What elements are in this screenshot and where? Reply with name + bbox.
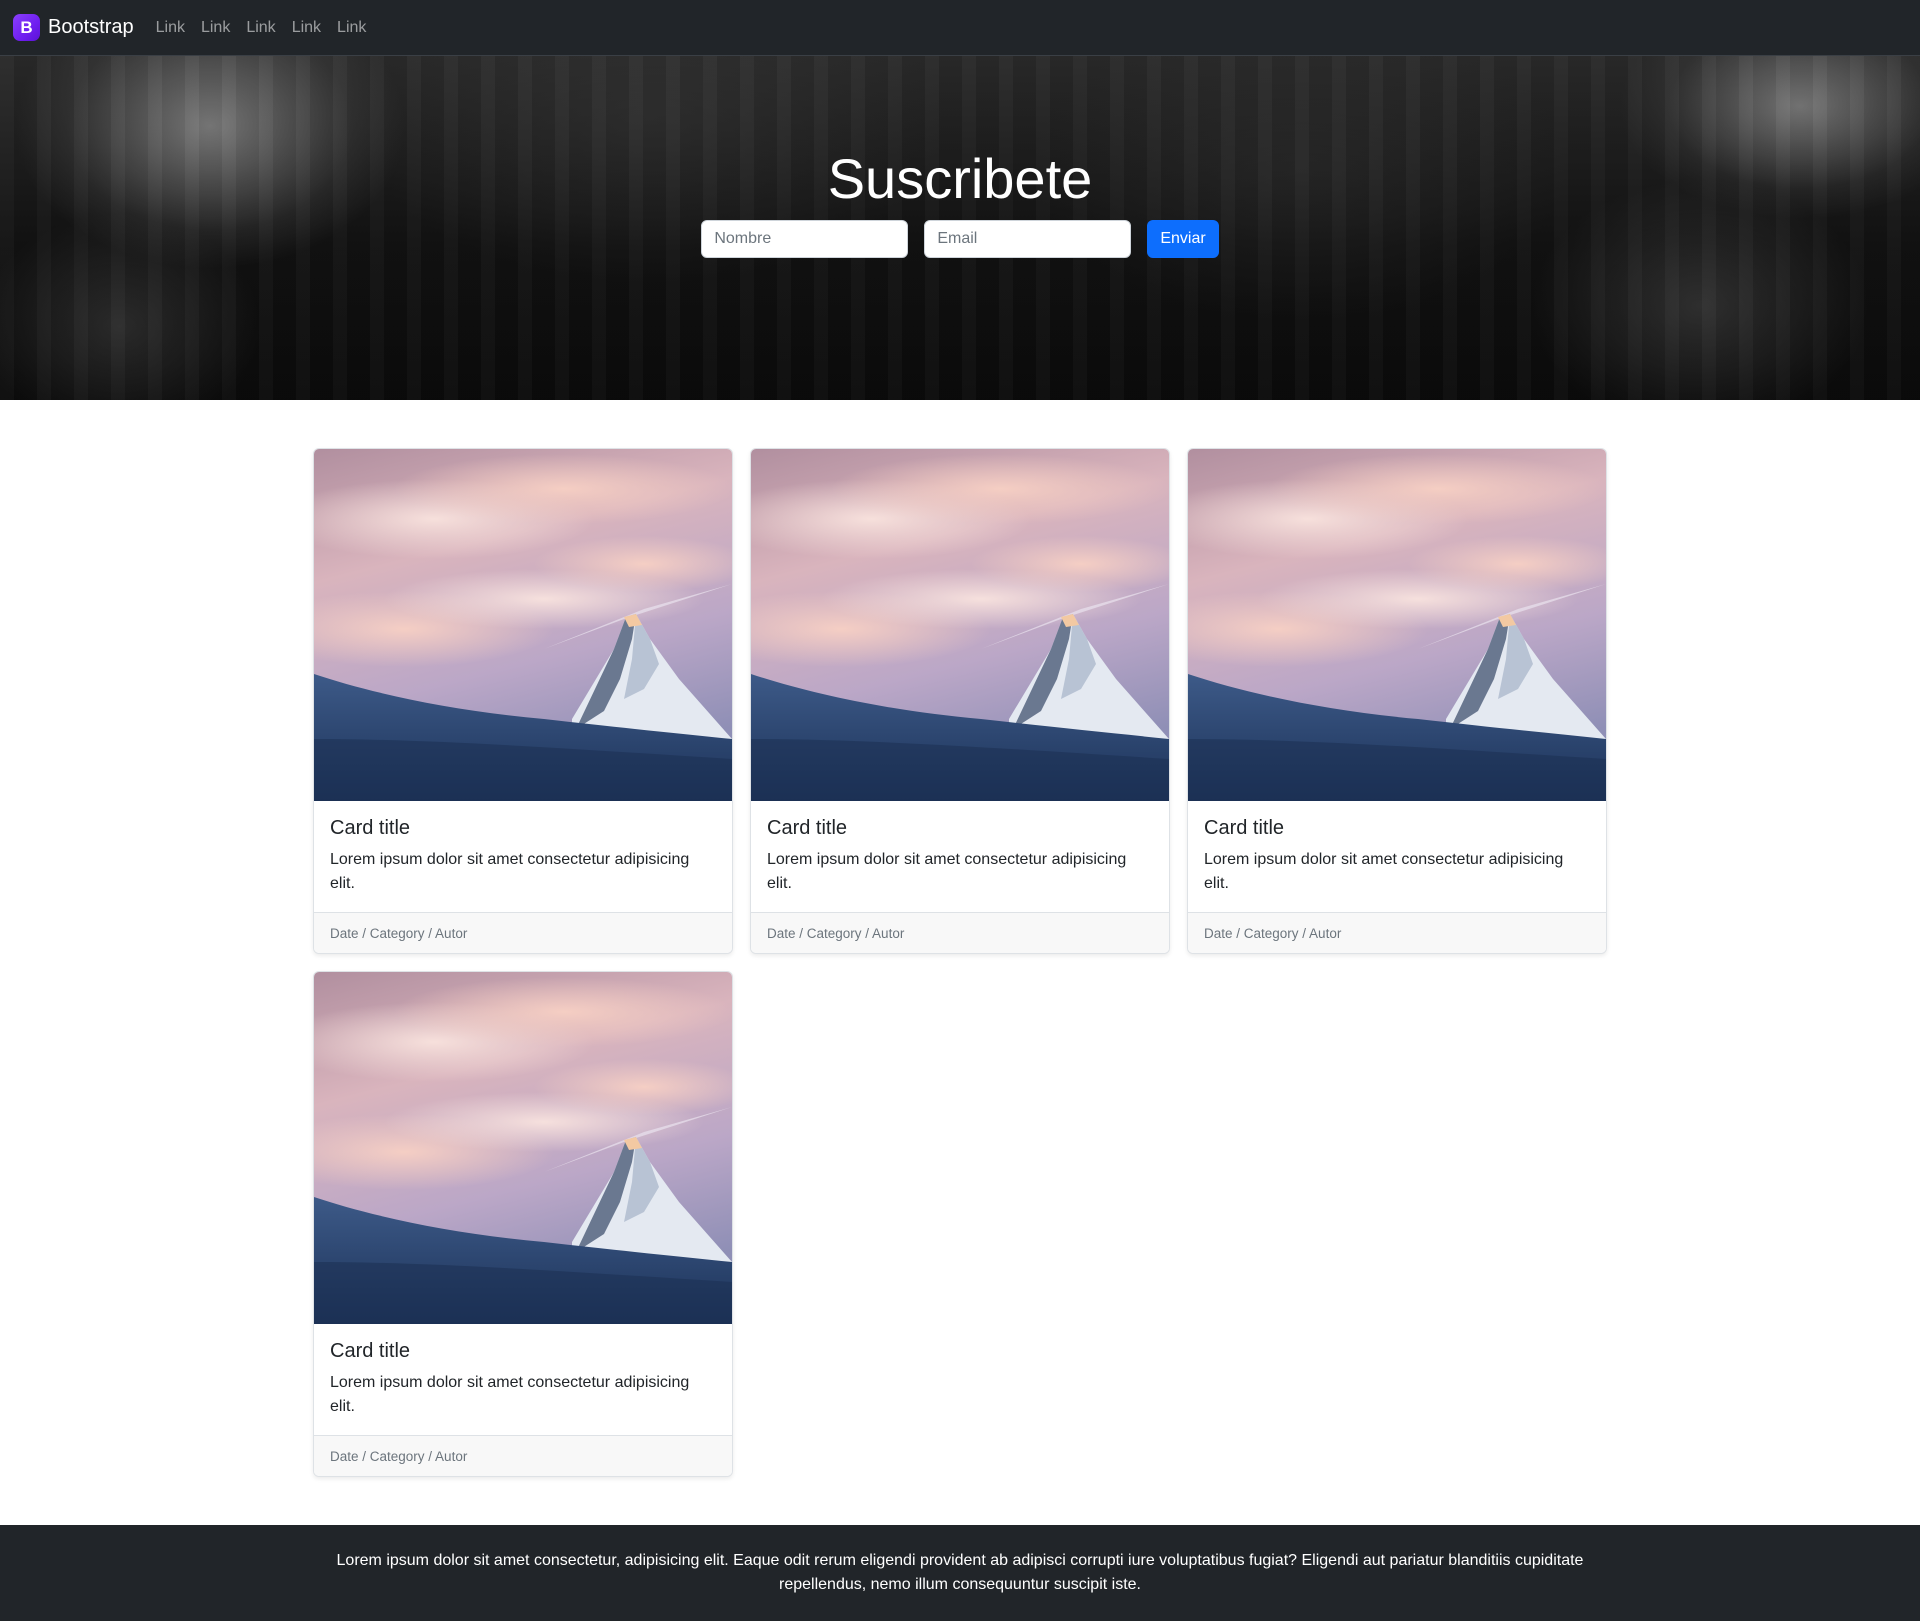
card-title: Card title [330, 817, 411, 839]
card-text: Lorem ipsum dolor sit amet consectetur a… [1204, 851, 1564, 892]
card-image [1188, 449, 1606, 801]
nav-links: Link Link Link Link Link [156, 19, 383, 37]
navbar: B Bootstrap Link Link Link Link Link [0, 0, 1920, 56]
card-footer: Date / Category / Autor [314, 912, 732, 953]
card-text: Lorem ipsum dolor sit amet consectetur a… [330, 851, 690, 892]
nav-link-3[interactable]: Link [246, 19, 275, 37]
hero-content: Suscribete Enviar [0, 148, 1920, 258]
navbar-brand[interactable]: B Bootstrap [13, 14, 134, 41]
page-footer: Lorem ipsum dolor sit amet consectetur, … [0, 1525, 1920, 1621]
card-3[interactable]: Card title Lorem ipsum dolor sit amet co… [1187, 448, 1607, 954]
card-text: Lorem ipsum dolor sit amet consectetur a… [330, 1374, 690, 1415]
card-image [751, 449, 1169, 801]
card-grid: Card title Lorem ipsum dolor sit amet co… [313, 448, 1608, 1477]
nav-link-5[interactable]: Link [337, 19, 366, 37]
hero-title: Suscribete [827, 147, 1093, 210]
email-input[interactable] [924, 219, 1132, 258]
card-text: Lorem ipsum dolor sit amet consectetur a… [767, 851, 1127, 892]
card-footer: Date / Category / Autor [751, 912, 1169, 953]
card-body: Card title Lorem ipsum dolor sit amet co… [314, 801, 732, 912]
card-title: Card title [1204, 817, 1285, 839]
card-body: Card title Lorem ipsum dolor sit amet co… [751, 801, 1169, 912]
footer-text: Lorem ipsum dolor sit amet consectetur, … [336, 1552, 1584, 1593]
nav-link-4[interactable]: Link [292, 19, 321, 37]
subscribe-form: Enviar [0, 219, 1920, 258]
submit-button[interactable]: Enviar [1147, 219, 1219, 258]
card-title: Card title [330, 1340, 411, 1362]
bootstrap-logo-icon: B [13, 14, 40, 41]
card-body: Card title Lorem ipsum dolor sit amet co… [314, 1324, 732, 1435]
brand-name: Bootstrap [48, 16, 134, 38]
card-2[interactable]: Card title Lorem ipsum dolor sit amet co… [750, 448, 1170, 954]
card-1[interactable]: Card title Lorem ipsum dolor sit amet co… [313, 448, 733, 954]
name-input[interactable] [701, 219, 909, 258]
hero-banner: Suscribete Enviar [0, 56, 1920, 400]
card-4[interactable]: Card title Lorem ipsum dolor sit amet co… [313, 971, 733, 1477]
card-footer: Date / Category / Autor [314, 1435, 732, 1476]
card-image [314, 972, 732, 1324]
card-image [314, 449, 732, 801]
card-title: Card title [767, 817, 848, 839]
nav-link-2[interactable]: Link [201, 19, 230, 37]
card-footer: Date / Category / Autor [1188, 912, 1606, 953]
nav-link-1[interactable]: Link [156, 19, 185, 37]
card-body: Card title Lorem ipsum dolor sit amet co… [1188, 801, 1606, 912]
